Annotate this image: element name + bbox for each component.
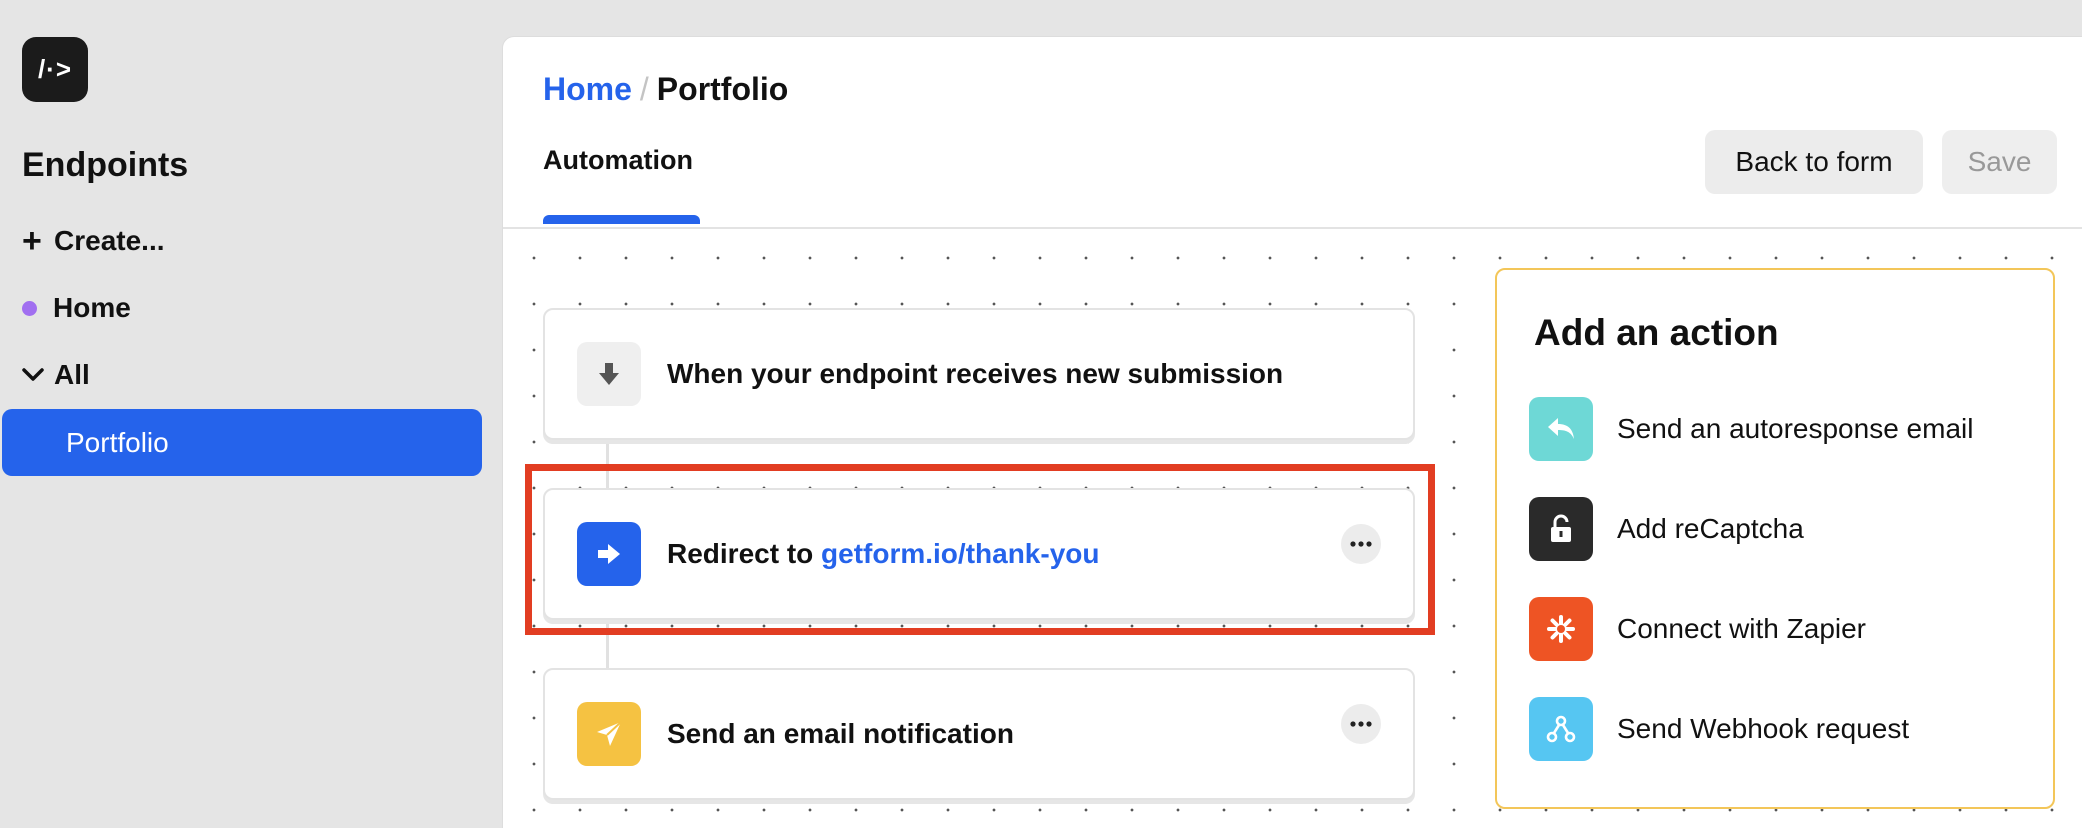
sidebar-item-all[interactable]: All: [22, 351, 90, 399]
sidebar-title: Endpoints: [22, 146, 189, 184]
reply-icon: [1529, 397, 1593, 461]
sidebar-item-label: Home: [53, 292, 131, 323]
action-label: Add reCaptcha: [1617, 513, 1804, 544]
unlock-icon: [1529, 497, 1593, 561]
workflow-connector: [606, 440, 609, 490]
redirect-text: Redirect to getform.io/thank-you: [667, 538, 1099, 570]
trigger-card[interactable]: When your endpoint receives new submissi…: [543, 308, 1415, 440]
breadcrumb: Home / Portfolio: [543, 71, 788, 108]
breadcrumb-separator: /: [639, 71, 649, 107]
create-button[interactable]: + Create...: [22, 217, 165, 265]
action-webhook-request[interactable]: Send Webhook request: [1529, 697, 1909, 761]
sidebar-item-home[interactable]: Home: [22, 284, 131, 332]
action-connect-zapier[interactable]: Connect with Zapier: [1529, 597, 1866, 661]
more-options-icon[interactable]: [1341, 704, 1381, 744]
save-button[interactable]: Save: [1942, 130, 2057, 194]
redirect-step-card[interactable]: Redirect to getform.io/thank-you: [543, 488, 1415, 620]
main-panel: Home / Portfolio Automation Back to form…: [502, 36, 2082, 828]
zapier-icon: [1529, 597, 1593, 661]
plus-icon: +: [22, 222, 42, 260]
create-label: Create...: [54, 225, 165, 256]
tab-automation[interactable]: Automation: [543, 145, 693, 176]
tab-active-indicator: [543, 215, 700, 224]
add-action-panel: Add an action Send an autoresponse email…: [1495, 268, 2055, 809]
action-label: Connect with Zapier: [1617, 613, 1867, 644]
status-dot-icon: [22, 300, 37, 316]
more-options-icon[interactable]: [1341, 524, 1381, 564]
sidebar-item-label: Portfolio: [66, 426, 169, 458]
action-label: Send an autoresponse email: [1617, 413, 1974, 444]
email-step-card[interactable]: Send an email notification: [543, 668, 1415, 800]
redirect-prefix: Redirect to: [667, 538, 814, 569]
breadcrumb-current: Portfolio: [656, 71, 789, 107]
arrow-down-icon: [577, 342, 641, 406]
panel-title: Add an action: [1534, 312, 1779, 353]
redirect-url-link[interactable]: getform.io/thank-you: [821, 538, 1099, 569]
app-logo[interactable]: /·>: [22, 37, 88, 102]
paper-plane-icon: [577, 702, 641, 766]
arrow-right-icon: [577, 522, 641, 586]
workflow-connector: [606, 621, 609, 671]
back-to-form-button[interactable]: Back to form: [1705, 130, 1923, 194]
action-add-recaptcha[interactable]: Add reCaptcha: [1529, 497, 1804, 561]
sidebar-item-label: All: [54, 359, 90, 390]
breadcrumb-home-link[interactable]: Home: [543, 71, 632, 108]
email-text: Send an email notification: [667, 718, 1014, 749]
webhook-icon: [1529, 697, 1593, 761]
trigger-text: When your endpoint receives new submissi…: [667, 358, 1284, 389]
chevron-down-icon: [22, 368, 54, 382]
sidebar-item-portfolio[interactable]: Portfolio: [2, 409, 482, 476]
action-autoresponse-email[interactable]: Send an autoresponse email: [1529, 397, 1973, 461]
action-label: Send Webhook request: [1617, 713, 1910, 744]
